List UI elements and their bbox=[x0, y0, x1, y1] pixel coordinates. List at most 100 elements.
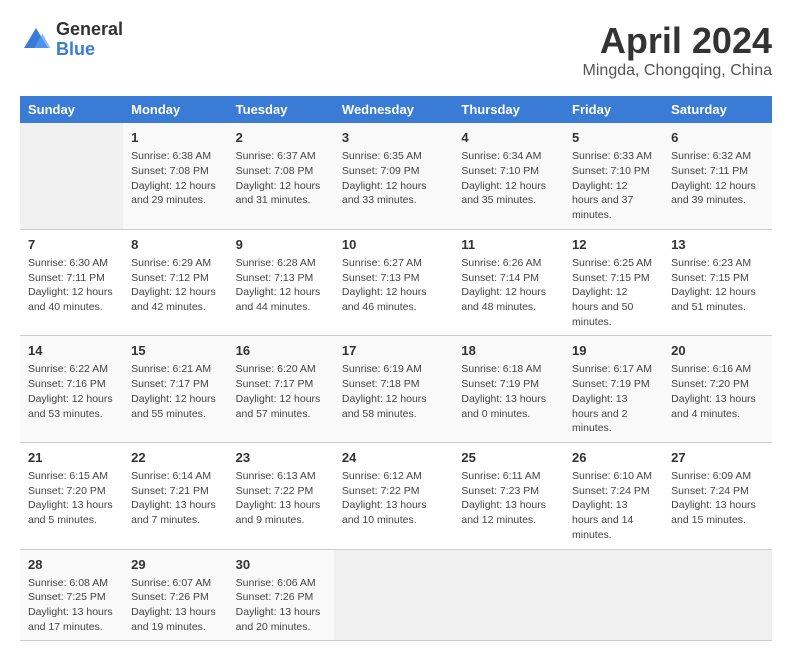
day-info: Sunrise: 6:16 AMSunset: 7:20 PMDaylight:… bbox=[671, 362, 764, 421]
weekday-header-row: SundayMondayTuesdayWednesdayThursdayFrid… bbox=[20, 96, 772, 123]
calendar-cell: 21 Sunrise: 6:15 AMSunset: 7:20 PMDayligh… bbox=[20, 442, 123, 549]
weekday-header-monday: Monday bbox=[123, 96, 228, 123]
calendar-cell: 16Sunrise: 6:20 AMSunset: 7:17 PMDayligh… bbox=[228, 336, 334, 443]
calendar-cell: 20 Sunrise: 6:16 AMSunset: 7:20 PMDayligh… bbox=[663, 336, 772, 443]
logo-line1: General bbox=[56, 20, 123, 40]
calendar-cell: 2 Sunrise: 6:37 AMSunset: 7:08 PMDaylight… bbox=[228, 123, 334, 229]
day-number: 16 bbox=[236, 342, 326, 360]
calendar-cell: 13 Sunrise: 6:23 AMSunset: 7:15 PMDayligh… bbox=[663, 229, 772, 336]
day-info: Sunrise: 6:25 AMSunset: 7:15 PMDaylight:… bbox=[572, 256, 655, 329]
calendar-row-3: 21 Sunrise: 6:15 AMSunset: 7:20 PMDayligh… bbox=[20, 442, 772, 549]
day-number: 5 bbox=[572, 129, 655, 147]
day-info: Sunrise: 6:17 AMSunset: 7:19 PMDaylight:… bbox=[572, 362, 655, 435]
day-number: 29 bbox=[131, 556, 220, 574]
calendar-cell: 27 Sunrise: 6:09 AMSunset: 7:24 PMDayligh… bbox=[663, 442, 772, 549]
day-info: Sunrise: 6:35 AMSunset: 7:09 PMDaylight:… bbox=[342, 149, 445, 208]
calendar-cell bbox=[564, 549, 663, 641]
logo-line2: Blue bbox=[56, 40, 123, 60]
calendar-row-1: 7Sunrise: 6:30 AMSunset: 7:11 PMDaylight… bbox=[20, 229, 772, 336]
day-number: 6 bbox=[671, 129, 764, 147]
weekday-header-saturday: Saturday bbox=[663, 96, 772, 123]
day-number: 2 bbox=[236, 129, 326, 147]
calendar-cell: 15Sunrise: 6:21 AMSunset: 7:17 PMDayligh… bbox=[123, 336, 228, 443]
calendar-cell: 14Sunrise: 6:22 AMSunset: 7:16 PMDayligh… bbox=[20, 336, 123, 443]
day-info: Sunrise: 6:33 AMSunset: 7:10 PMDaylight:… bbox=[572, 149, 655, 222]
calendar-cell: 4 Sunrise: 6:34 AMSunset: 7:10 PMDaylight… bbox=[453, 123, 564, 229]
day-info: Sunrise: 6:28 AMSunset: 7:13 PMDaylight:… bbox=[236, 256, 326, 315]
day-number: 30 bbox=[236, 556, 326, 574]
day-number: 18 bbox=[461, 342, 556, 360]
day-number: 13 bbox=[671, 236, 764, 254]
day-number: 15 bbox=[131, 342, 220, 360]
calendar-cell: 30Sunrise: 6:06 AMSunset: 7:26 PMDayligh… bbox=[228, 549, 334, 641]
day-info: Sunrise: 6:09 AMSunset: 7:24 PMDaylight:… bbox=[671, 469, 764, 528]
calendar-cell: 11Sunrise: 6:26 AMSunset: 7:14 PMDayligh… bbox=[453, 229, 564, 336]
day-number: 9 bbox=[236, 236, 326, 254]
day-number: 1 bbox=[131, 129, 220, 147]
calendar-cell: 6Sunrise: 6:32 AMSunset: 7:11 PMDaylight… bbox=[663, 123, 772, 229]
day-info: Sunrise: 6:15 AMSunset: 7:20 PMDaylight:… bbox=[28, 469, 115, 528]
day-info: Sunrise: 6:27 AMSunset: 7:13 PMDaylight:… bbox=[342, 256, 445, 315]
calendar-cell: 23Sunrise: 6:13 AMSunset: 7:22 PMDayligh… bbox=[228, 442, 334, 549]
day-number: 28 bbox=[28, 556, 115, 574]
logo: General Blue bbox=[20, 20, 123, 60]
day-info: Sunrise: 6:11 AMSunset: 7:23 PMDaylight:… bbox=[461, 469, 556, 528]
day-info: Sunrise: 6:07 AMSunset: 7:26 PMDaylight:… bbox=[131, 576, 220, 635]
calendar-cell bbox=[663, 549, 772, 641]
day-info: Sunrise: 6:38 AMSunset: 7:08 PMDaylight:… bbox=[131, 149, 220, 208]
logo-icon bbox=[20, 24, 52, 56]
day-info: Sunrise: 6:18 AMSunset: 7:19 PMDaylight:… bbox=[461, 362, 556, 421]
day-number: 19 bbox=[572, 342, 655, 360]
day-number: 17 bbox=[342, 342, 445, 360]
day-number: 20 bbox=[671, 342, 764, 360]
day-number: 10 bbox=[342, 236, 445, 254]
calendar-cell: 26Sunrise: 6:10 AMSunset: 7:24 PMDayligh… bbox=[564, 442, 663, 549]
day-number: 23 bbox=[236, 449, 326, 467]
calendar-cell: 7Sunrise: 6:30 AMSunset: 7:11 PMDaylight… bbox=[20, 229, 123, 336]
calendar-cell: 17 Sunrise: 6:19 AMSunset: 7:18 PMDayligh… bbox=[334, 336, 453, 443]
day-info: Sunrise: 6:10 AMSunset: 7:24 PMDaylight:… bbox=[572, 469, 655, 542]
weekday-header-tuesday: Tuesday bbox=[228, 96, 334, 123]
title-block: April 2024 Mingda, Chongqing, China bbox=[583, 20, 772, 80]
calendar-cell bbox=[334, 549, 453, 641]
weekday-header-thursday: Thursday bbox=[453, 96, 564, 123]
calendar-cell: 18 Sunrise: 6:18 AMSunset: 7:19 PMDayligh… bbox=[453, 336, 564, 443]
day-info: Sunrise: 6:30 AMSunset: 7:11 PMDaylight:… bbox=[28, 256, 115, 315]
calendar-row-0: 1 Sunrise: 6:38 AMSunset: 7:08 PMDaylight… bbox=[20, 123, 772, 229]
calendar-row-4: 28 Sunrise: 6:08 AMSunset: 7:25 PMDayligh… bbox=[20, 549, 772, 641]
calendar-cell: 25 Sunrise: 6:11 AMSunset: 7:23 PMDayligh… bbox=[453, 442, 564, 549]
day-info: Sunrise: 6:19 AMSunset: 7:18 PMDaylight:… bbox=[342, 362, 445, 421]
calendar-cell: 28 Sunrise: 6:08 AMSunset: 7:25 PMDayligh… bbox=[20, 549, 123, 641]
day-number: 8 bbox=[131, 236, 220, 254]
calendar-row-2: 14Sunrise: 6:22 AMSunset: 7:16 PMDayligh… bbox=[20, 336, 772, 443]
day-info: Sunrise: 6:23 AMSunset: 7:15 PMDaylight:… bbox=[671, 256, 764, 315]
calendar-cell: 1 Sunrise: 6:38 AMSunset: 7:08 PMDaylight… bbox=[123, 123, 228, 229]
calendar-cell: 24 Sunrise: 6:12 AMSunset: 7:22 PMDayligh… bbox=[334, 442, 453, 549]
day-info: Sunrise: 6:29 AMSunset: 7:12 PMDaylight:… bbox=[131, 256, 220, 315]
day-number: 27 bbox=[671, 449, 764, 467]
day-info: Sunrise: 6:34 AMSunset: 7:10 PMDaylight:… bbox=[461, 149, 556, 208]
page-header: General Blue April 2024 Mingda, Chongqin… bbox=[20, 20, 772, 80]
calendar-cell: 10 Sunrise: 6:27 AMSunset: 7:13 PMDayligh… bbox=[334, 229, 453, 336]
day-number: 11 bbox=[461, 236, 556, 254]
calendar-cell: 3 Sunrise: 6:35 AMSunset: 7:09 PMDaylight… bbox=[334, 123, 453, 229]
day-info: Sunrise: 6:12 AMSunset: 7:22 PMDaylight:… bbox=[342, 469, 445, 528]
day-number: 21 bbox=[28, 449, 115, 467]
page-title: April 2024 bbox=[583, 20, 772, 62]
weekday-header-wednesday: Wednesday bbox=[334, 96, 453, 123]
calendar-cell: 8 Sunrise: 6:29 AMSunset: 7:12 PMDaylight… bbox=[123, 229, 228, 336]
calendar-table: SundayMondayTuesdayWednesdayThursdayFrid… bbox=[20, 96, 772, 641]
calendar-cell: 19 Sunrise: 6:17 AMSunset: 7:19 PMDayligh… bbox=[564, 336, 663, 443]
day-info: Sunrise: 6:14 AMSunset: 7:21 PMDaylight:… bbox=[131, 469, 220, 528]
day-number: 24 bbox=[342, 449, 445, 467]
day-number: 4 bbox=[461, 129, 556, 147]
day-info: Sunrise: 6:37 AMSunset: 7:08 PMDaylight:… bbox=[236, 149, 326, 208]
weekday-header-friday: Friday bbox=[564, 96, 663, 123]
calendar-cell: 22 Sunrise: 6:14 AMSunset: 7:21 PMDayligh… bbox=[123, 442, 228, 549]
page-subtitle: Mingda, Chongqing, China bbox=[583, 62, 772, 80]
day-number: 25 bbox=[461, 449, 556, 467]
day-number: 3 bbox=[342, 129, 445, 147]
day-info: Sunrise: 6:22 AMSunset: 7:16 PMDaylight:… bbox=[28, 362, 115, 421]
day-number: 22 bbox=[131, 449, 220, 467]
day-info: Sunrise: 6:08 AMSunset: 7:25 PMDaylight:… bbox=[28, 576, 115, 635]
